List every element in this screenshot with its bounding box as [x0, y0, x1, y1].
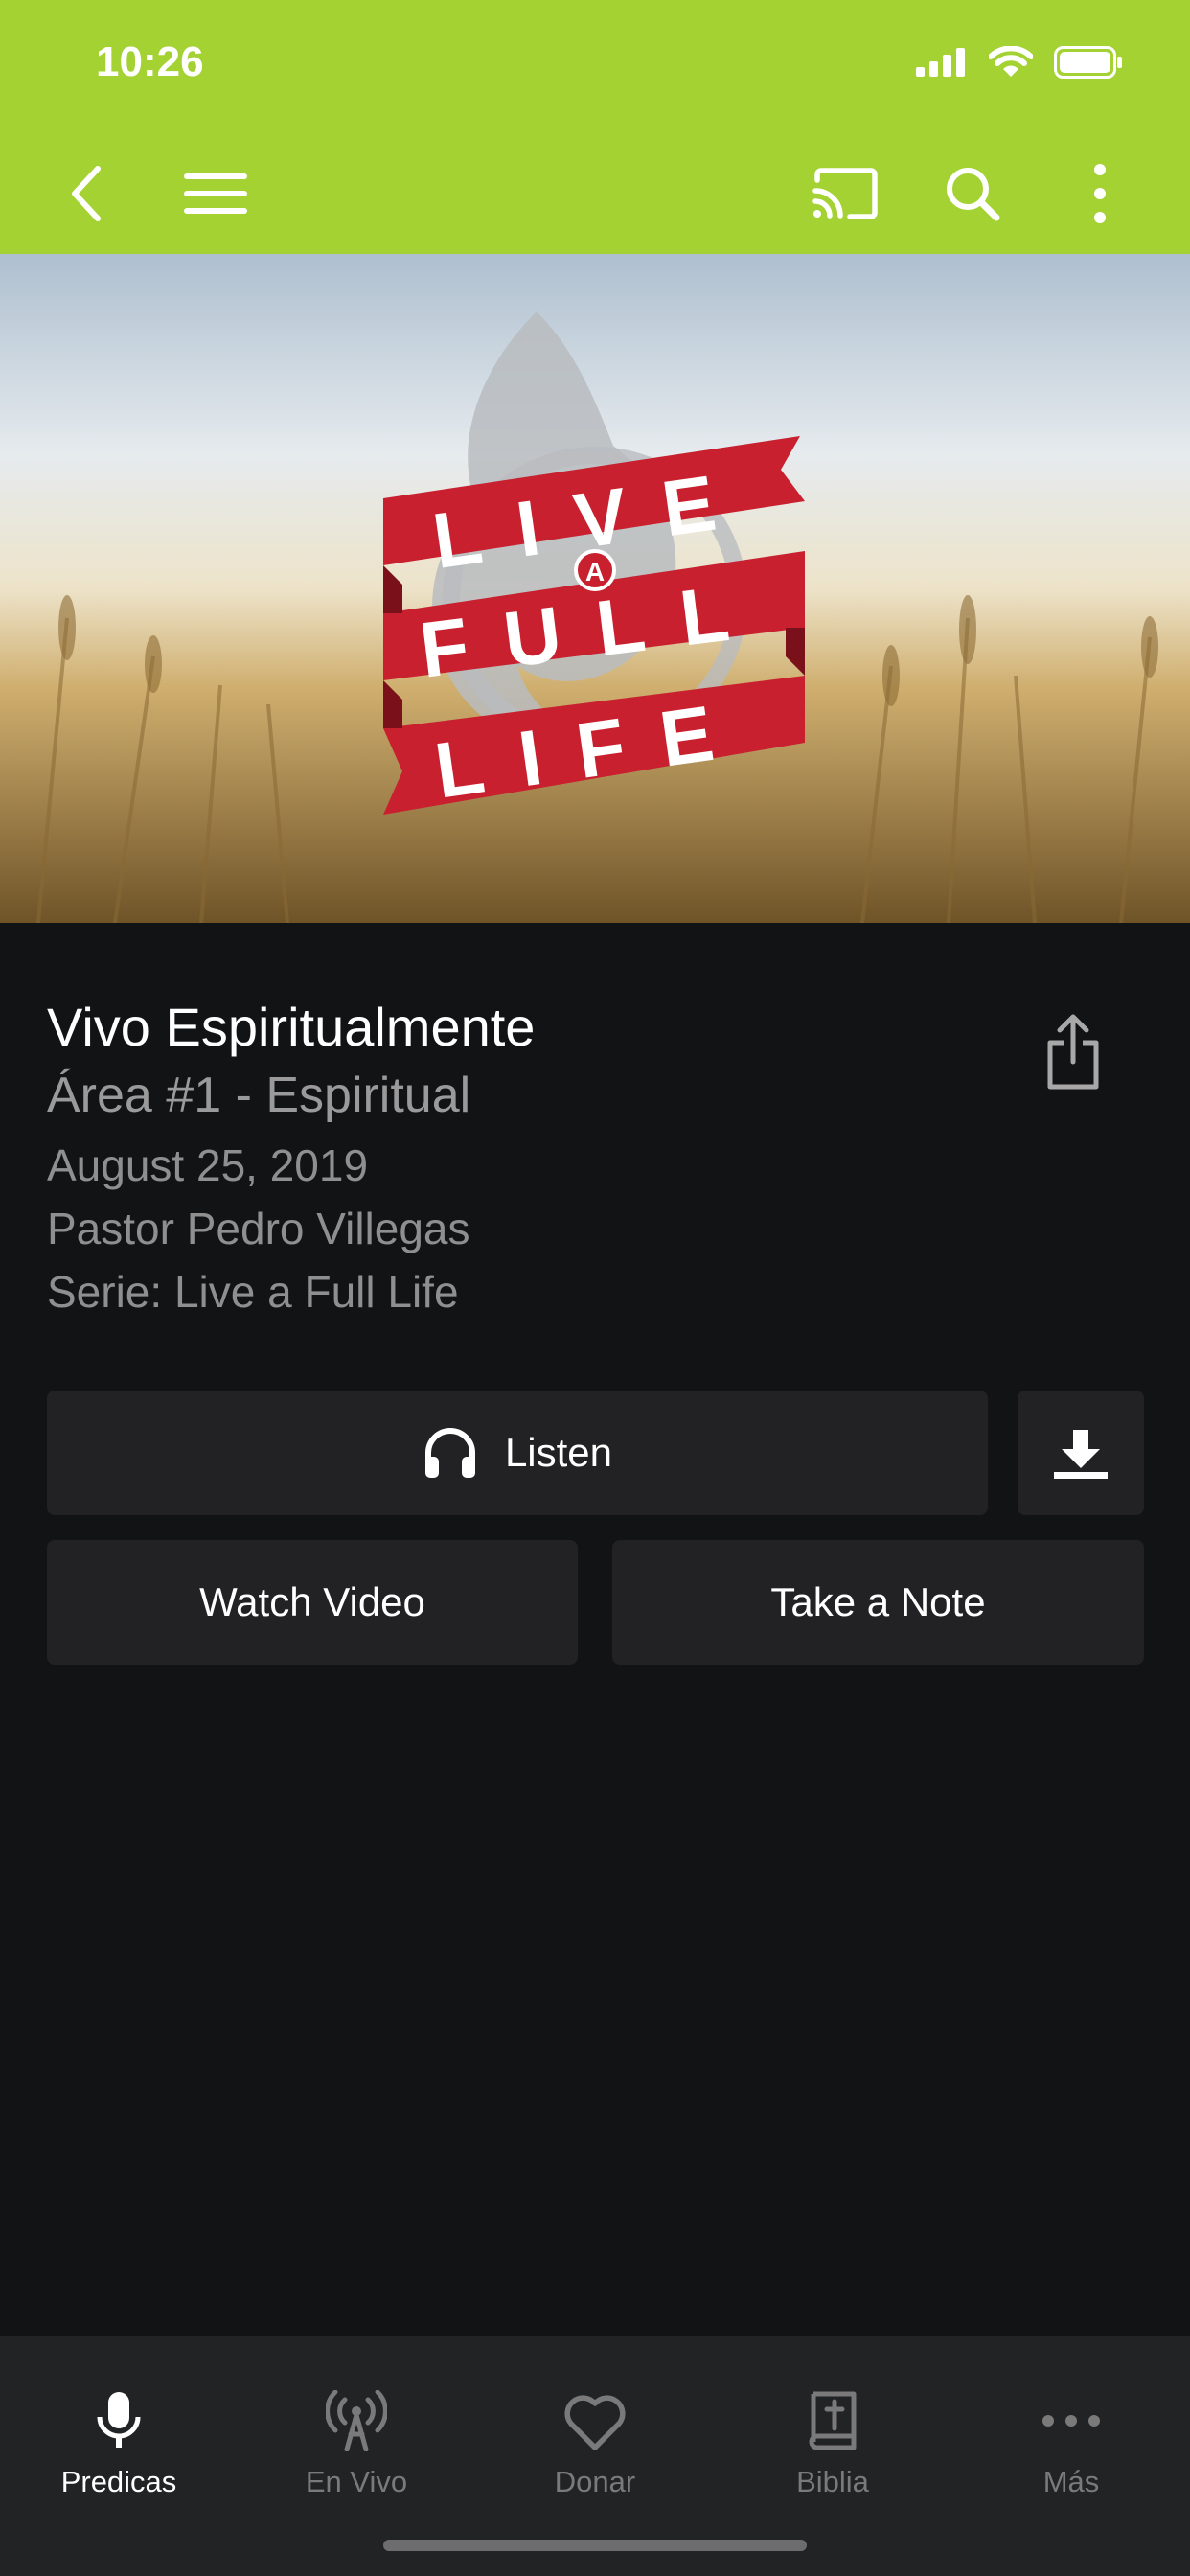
- search-icon: [947, 168, 1000, 221]
- battery-icon: [1054, 46, 1122, 79]
- home-indicator[interactable]: [383, 2540, 807, 2551]
- cast-button[interactable]: [807, 155, 883, 232]
- more-vertical-icon: [1094, 164, 1106, 223]
- tab-label-en-vivo: En Vivo: [305, 2465, 408, 2498]
- back-icon: [72, 166, 101, 221]
- sermon-date: August 25, 2019: [47, 1140, 369, 1190]
- status-bar: 10:26: [0, 0, 1190, 134]
- status-icons: [916, 46, 1123, 79]
- watch-video-button[interactable]: Watch Video: [47, 1540, 578, 1665]
- menu-button[interactable]: [177, 155, 254, 232]
- logo-badge: A: [585, 557, 605, 586]
- listen-button[interactable]: Listen: [47, 1391, 988, 1515]
- tab-en-vivo[interactable]: En Vivo: [238, 2336, 475, 2499]
- download-icon: [1054, 1430, 1108, 1479]
- tab-label-predicas: Predicas: [60, 2465, 177, 2498]
- menu-icon: [184, 173, 247, 214]
- microphone-icon: [97, 2392, 141, 2448]
- tab-label-donar: Donar: [554, 2465, 636, 2498]
- sermon-speaker: Pastor Pedro Villegas: [47, 1204, 470, 1254]
- tab-donar[interactable]: Donar: [476, 2336, 714, 2499]
- nav-bar: [0, 134, 1190, 254]
- status-time: 10:26: [96, 38, 204, 85]
- broadcast-icon: [326, 2390, 387, 2451]
- sermon-artwork: LIVE A FULL LIFE: [0, 254, 1190, 923]
- back-button[interactable]: [48, 155, 125, 232]
- sermon-title: Vivo Espiritualmente: [47, 997, 536, 1057]
- tab-predicas[interactable]: Predicas: [0, 2336, 238, 2499]
- cast-icon: [812, 168, 878, 219]
- download-button[interactable]: [1018, 1391, 1144, 1515]
- search-button[interactable]: [934, 155, 1011, 232]
- headphones-icon: [424, 1428, 475, 1478]
- bible-icon: [809, 2391, 857, 2450]
- sermon-subtitle: Área #1 - Espiritual: [47, 1068, 471, 1123]
- take-note-button[interactable]: Take a Note: [612, 1540, 1144, 1665]
- tab-label-biblia: Biblia: [796, 2465, 869, 2498]
- sermon-series: Serie: Live a Full Life: [47, 1267, 459, 1317]
- hero-graphic: LIVE A FULL LIFE: [0, 254, 1190, 923]
- share-button[interactable]: [1035, 1009, 1111, 1095]
- tab-label-mas: Más: [1042, 2465, 1100, 2498]
- tab-mas[interactable]: Más: [952, 2336, 1190, 2499]
- signal-icon: [916, 48, 965, 77]
- more-horizontal-icon: [1042, 2415, 1100, 2426]
- listen-label: Listen: [504, 1430, 613, 1475]
- share-icon: [1047, 1014, 1099, 1090]
- tab-biblia[interactable]: Biblia: [714, 2336, 951, 2499]
- heart-icon: [564, 2395, 626, 2450]
- more-options-button[interactable]: [1062, 155, 1138, 232]
- wifi-icon: [989, 46, 1033, 77]
